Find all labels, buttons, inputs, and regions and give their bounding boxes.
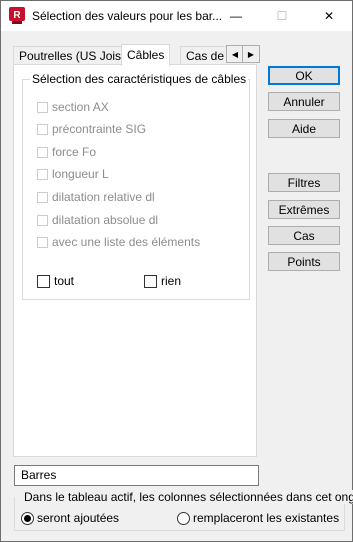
cases-button[interactable]: Cas bbox=[268, 226, 340, 245]
checkbox-box[interactable] bbox=[37, 214, 48, 226]
checkbox-label: longueur L bbox=[52, 167, 109, 181]
radio-button-selected[interactable] bbox=[21, 511, 34, 525]
checkbox-label: rien bbox=[161, 274, 182, 288]
checkbox-force-fo[interactable]: force Fo bbox=[37, 144, 96, 160]
ok-button[interactable]: OK bbox=[268, 66, 340, 85]
group-title: Sélection des caractéristiques de câbles bbox=[30, 72, 249, 86]
chevron-left-icon: ◀ bbox=[231, 49, 239, 59]
radio-dot bbox=[24, 514, 31, 522]
checkbox-dilatation-relative[interactable]: dilatation relative dl bbox=[37, 189, 155, 205]
checkbox-box[interactable] bbox=[37, 168, 48, 180]
checkbox-precontrainte-sig[interactable]: précontrainte SIG bbox=[37, 121, 146, 137]
radio-button[interactable] bbox=[177, 511, 190, 525]
checkbox-label: dilatation relative dl bbox=[52, 190, 155, 204]
checkbox-label: avec une liste des éléments bbox=[52, 235, 201, 249]
chevron-right-icon: ▶ bbox=[247, 49, 255, 59]
title-bar: R Sélection des valeurs pour les bar... … bbox=[1, 1, 352, 31]
points-button[interactable]: Points bbox=[268, 252, 340, 271]
columns-option-title: Dans le tableau actif, les colonnes séle… bbox=[22, 490, 353, 504]
close-button[interactable]: ✕ bbox=[306, 1, 352, 31]
help-button[interactable]: Aide bbox=[268, 119, 340, 138]
checkbox-rien[interactable]: rien bbox=[144, 273, 181, 289]
tab-poutrelles[interactable]: Poutrelles (US Joist) bbox=[13, 46, 135, 65]
radio-seront-ajoutees[interactable]: seront ajoutées bbox=[21, 510, 119, 526]
checkbox-label: tout bbox=[54, 274, 75, 288]
checkbox-label: force Fo bbox=[52, 145, 97, 159]
filters-button[interactable]: Filtres bbox=[268, 173, 340, 192]
checkbox-box[interactable] bbox=[37, 123, 48, 135]
window-title: Sélection des valeurs pour les bar... bbox=[32, 9, 223, 23]
radio-label: remplaceront les existantes bbox=[193, 511, 340, 525]
checkbox-box[interactable] bbox=[37, 101, 48, 113]
checkbox-box[interactable] bbox=[37, 236, 48, 248]
checkbox-box[interactable] bbox=[144, 274, 157, 288]
radio-remplaceront[interactable]: remplaceront les existantes bbox=[177, 510, 339, 526]
checkbox-longueur-l[interactable]: longueur L bbox=[37, 166, 109, 182]
extremes-button[interactable]: Extrêmes bbox=[268, 200, 340, 219]
svg-text:R: R bbox=[13, 10, 21, 21]
radio-label: seront ajoutées bbox=[37, 511, 120, 525]
checkbox-box[interactable] bbox=[37, 274, 50, 288]
cancel-button[interactable]: Annuler bbox=[268, 92, 340, 111]
checkbox-label: dilatation absolue dl bbox=[52, 213, 159, 227]
target-table-field[interactable]: Barres bbox=[14, 465, 259, 486]
checkbox-liste-elements[interactable]: avec une liste des éléments bbox=[37, 234, 200, 250]
tab-scroll-right-button[interactable]: ▶ bbox=[242, 45, 260, 63]
checkbox-dilatation-absolue[interactable]: dilatation absolue dl bbox=[37, 212, 158, 228]
tab-cables[interactable]: Câbles bbox=[121, 44, 171, 66]
maximize-button[interactable]: ☐ bbox=[259, 1, 305, 31]
checkbox-section-ax[interactable]: section AX bbox=[37, 99, 109, 115]
checkbox-tout[interactable]: tout bbox=[37, 273, 74, 289]
checkbox-label: section AX bbox=[52, 100, 109, 114]
robot-app-icon: R bbox=[9, 7, 25, 24]
checkbox-box[interactable] bbox=[37, 146, 48, 158]
checkbox-box[interactable] bbox=[37, 191, 48, 203]
checkbox-label: précontrainte SIG bbox=[52, 122, 147, 136]
minimize-button[interactable]: — bbox=[213, 1, 259, 31]
